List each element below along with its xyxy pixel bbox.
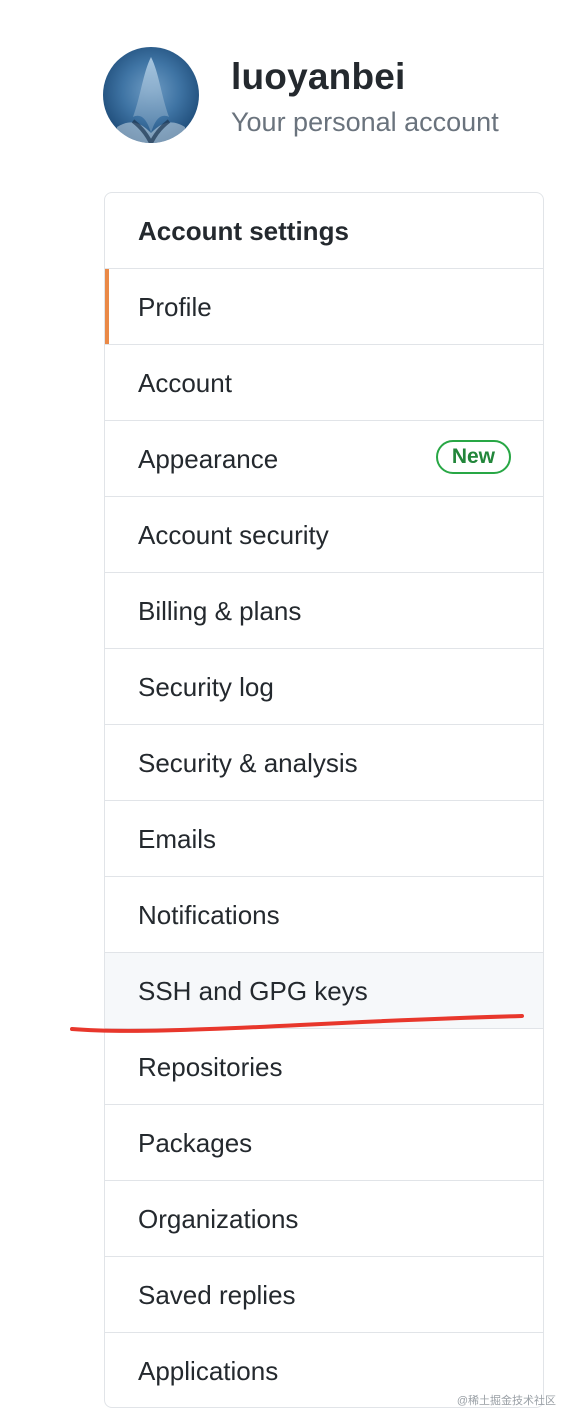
settings-menu: Account settings Profile Account Appeara… — [104, 192, 544, 1408]
menu-item-organizations[interactable]: Organizations — [105, 1181, 543, 1257]
menu-heading: Account settings — [105, 193, 543, 269]
menu-item-account-security[interactable]: Account security — [105, 497, 543, 573]
menu-item-label: Packages — [138, 1128, 253, 1158]
menu-item-saved-replies[interactable]: Saved replies — [105, 1257, 543, 1333]
menu-item-notifications[interactable]: Notifications — [105, 877, 543, 953]
menu-item-label: Appearance — [138, 444, 279, 474]
menu-item-label: Applications — [138, 1356, 279, 1386]
user-header: luoyanbei Your personal account — [103, 47, 563, 144]
menu-item-label: Notifications — [138, 900, 280, 930]
menu-item-emails[interactable]: Emails — [105, 801, 543, 877]
menu-item-profile[interactable]: Profile — [105, 269, 543, 345]
menu-item-billing-plans[interactable]: Billing & plans — [105, 573, 543, 649]
watermark: @稀土掘金技术社区 — [456, 1395, 556, 1407]
new-badge: New — [435, 440, 511, 474]
menu-item-label: Security log — [138, 672, 274, 702]
account-subtitle: Your personal account — [231, 107, 499, 137]
menu-item-packages[interactable]: Packages — [105, 1105, 543, 1181]
menu-item-label: Billing & plans — [138, 596, 302, 626]
avatar[interactable] — [103, 47, 199, 143]
menu-item-label: Account — [138, 368, 232, 398]
menu-item-appearance[interactable]: Appearance New — [105, 421, 543, 497]
menu-item-repositories[interactable]: Repositories — [105, 1029, 543, 1105]
menu-item-ssh-gpg-keys[interactable]: SSH and GPG keys — [105, 953, 543, 1029]
menu-item-label: Saved replies — [138, 1280, 296, 1310]
menu-item-label: Security & analysis — [138, 748, 358, 778]
menu-item-security-analysis[interactable]: Security & analysis — [105, 725, 543, 801]
menu-item-label: Emails — [138, 824, 217, 854]
menu-item-label: Repositories — [138, 1052, 283, 1082]
menu-item-account[interactable]: Account — [105, 345, 543, 421]
menu-item-label: Organizations — [138, 1204, 299, 1234]
menu-item-security-log[interactable]: Security log — [105, 649, 543, 725]
menu-item-label: Account security — [138, 520, 329, 550]
menu-item-label: SSH and GPG keys — [138, 976, 368, 1006]
menu-item-label: Profile — [138, 292, 212, 322]
username[interactable]: luoyanbei — [231, 55, 406, 99]
